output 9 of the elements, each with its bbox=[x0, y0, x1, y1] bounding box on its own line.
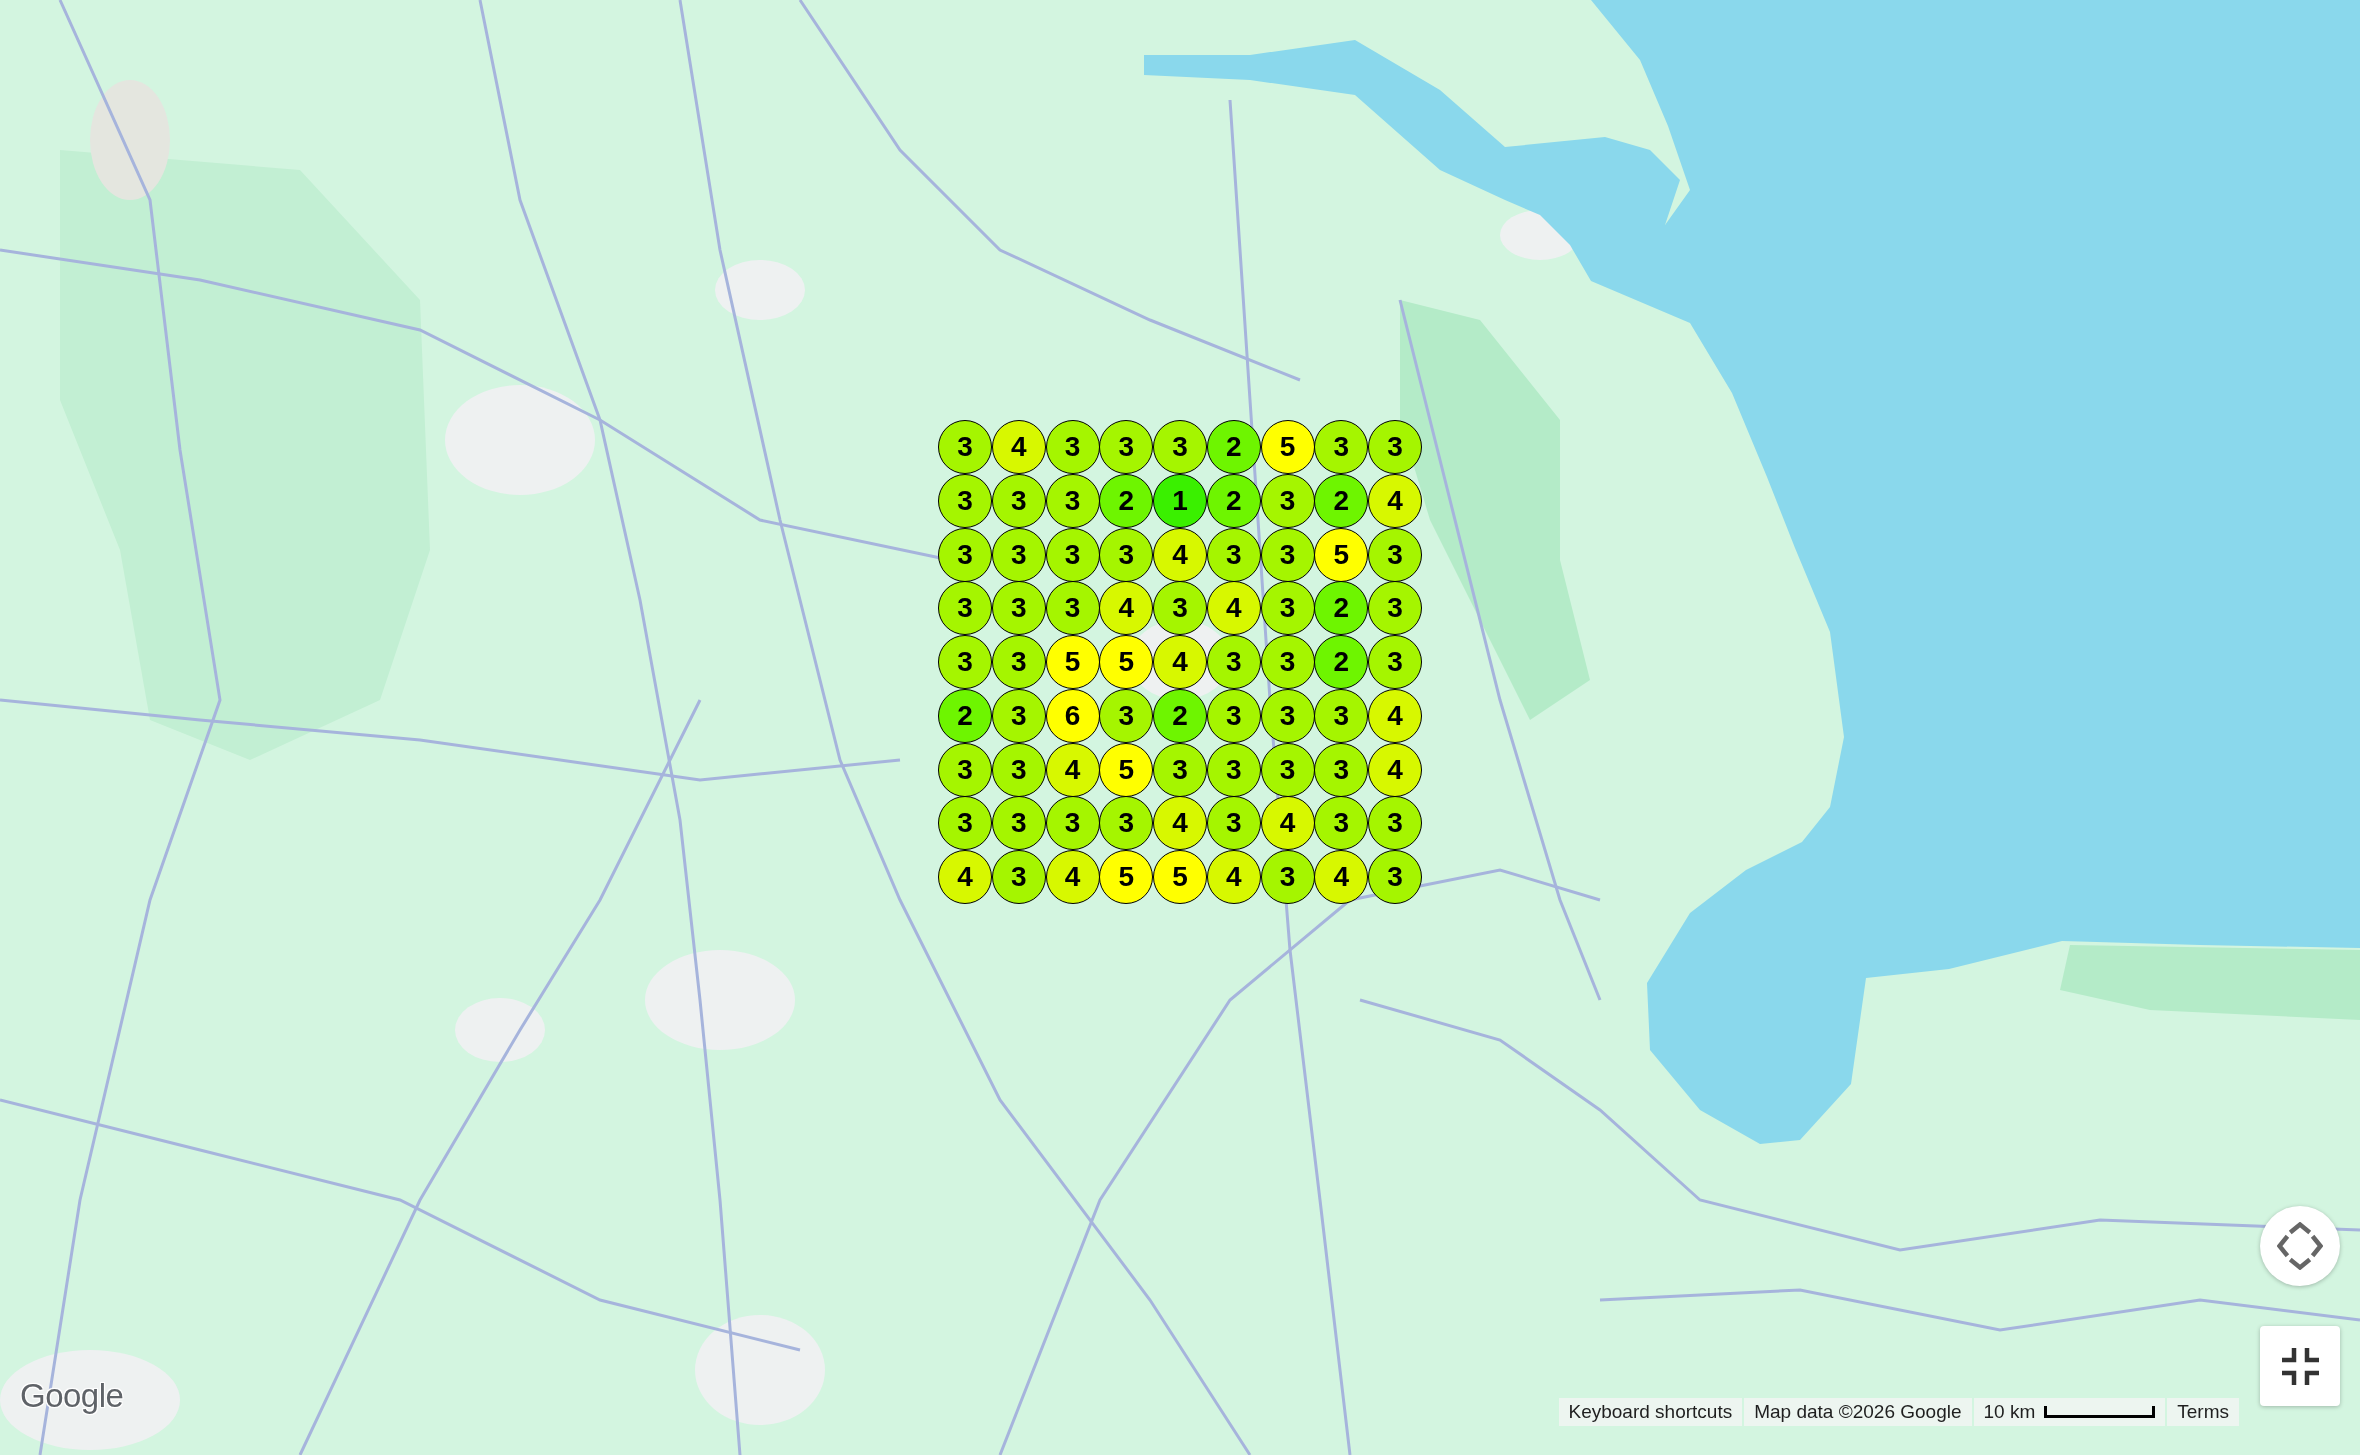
keyboard-shortcuts-button[interactable]: Keyboard shortcuts bbox=[1558, 1398, 1743, 1426]
exit-fullscreen-icon bbox=[2281, 1347, 2319, 1385]
scale-label: 10 km bbox=[1983, 1400, 2036, 1424]
map-data-text: Map data ©2026 Google bbox=[1754, 1400, 1962, 1424]
terms-link[interactable]: Terms bbox=[2167, 1398, 2239, 1426]
fullscreen-button[interactable] bbox=[2260, 1326, 2340, 1406]
scale-control[interactable]: 10 km bbox=[1973, 1398, 2166, 1426]
scale-bar-icon bbox=[2044, 1406, 2156, 1418]
four-chevrons-icon bbox=[2277, 1222, 2323, 1270]
